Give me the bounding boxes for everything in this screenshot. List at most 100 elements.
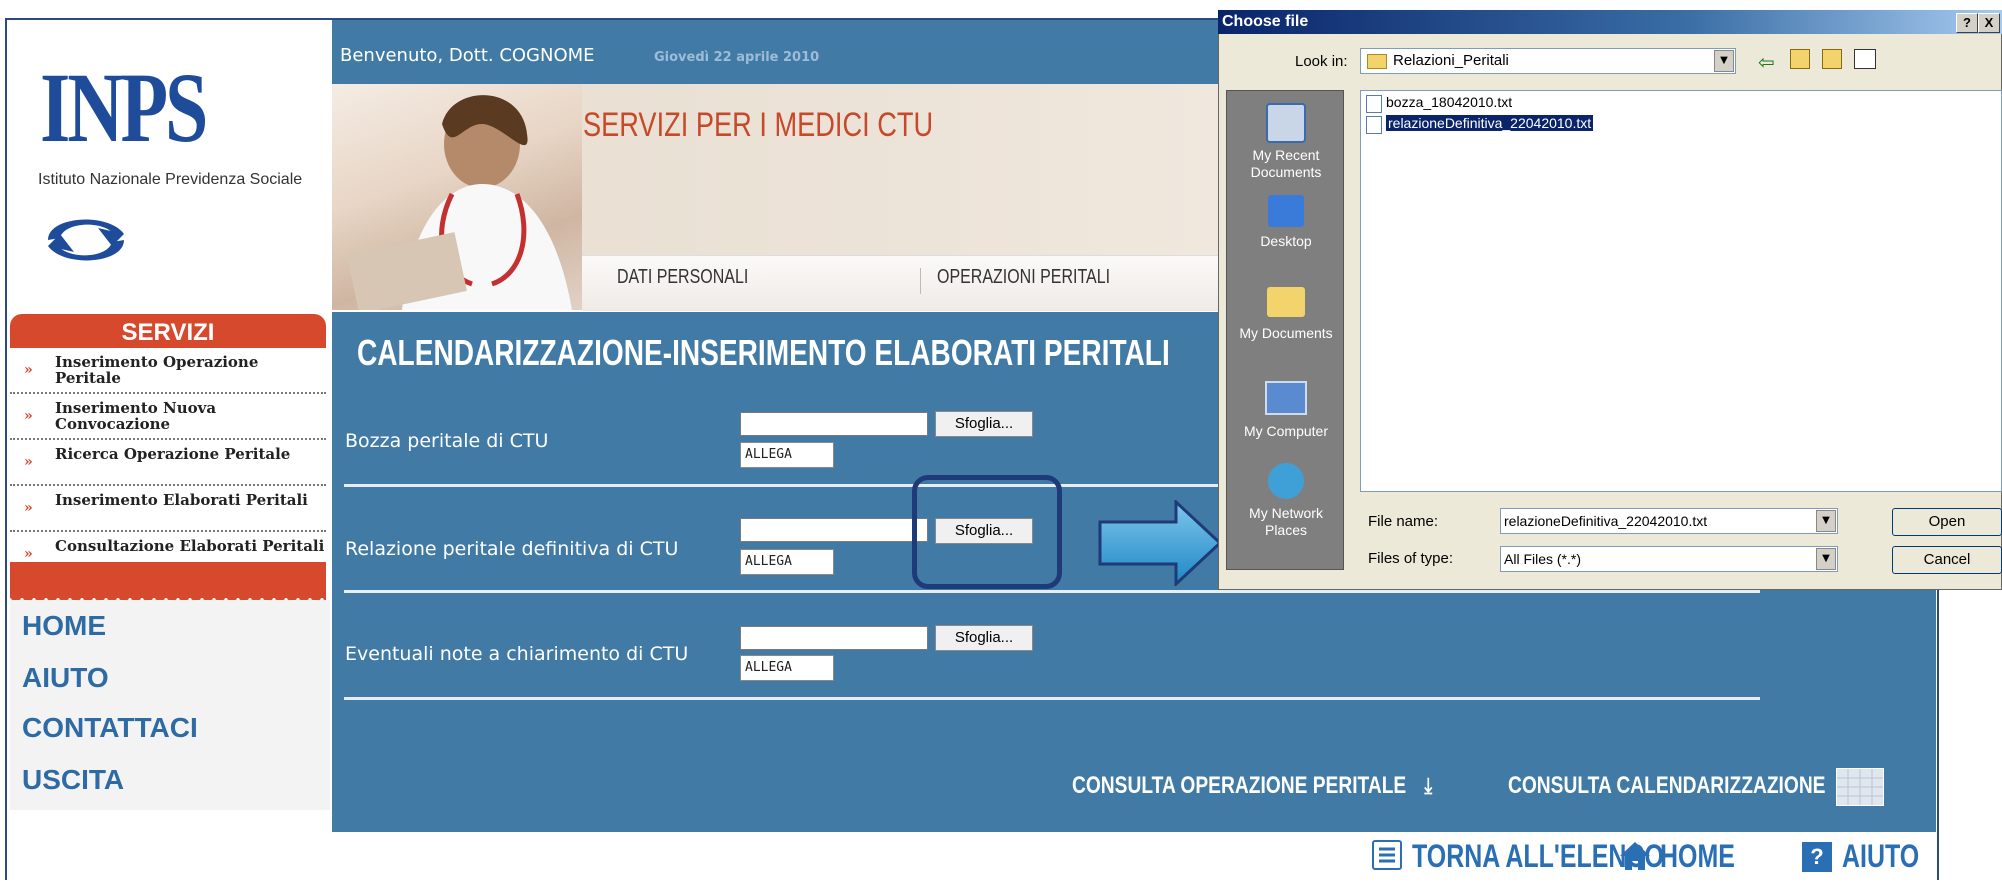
file-item-selected[interactable]: relazioneDefinitiva_22042010.txt (1364, 115, 1594, 134)
inps-logo: INPS (40, 52, 208, 163)
tab-divider (920, 268, 921, 294)
chevron-down-icon[interactable]: ▼ (1714, 50, 1734, 72)
nav-aiuto-link[interactable]: AIUTO (22, 662, 109, 694)
doctor-photo (332, 84, 582, 314)
relazione-file-input[interactable] (740, 518, 928, 542)
annotation-arrow-icon (1098, 498, 1224, 590)
bullet-icon: » (24, 500, 33, 516)
bullet-icon: » (24, 362, 33, 378)
network-places-icon (1268, 463, 1304, 499)
places-label: Desktop (1260, 233, 1312, 249)
note-attach-button[interactable]: ALLEGA (740, 655, 834, 681)
tab-dati-personali[interactable]: DATI PERSONALI (617, 266, 748, 289)
my-computer-icon (1265, 381, 1307, 415)
home-link[interactable]: HOME (1660, 838, 1735, 875)
aiuto-link[interactable]: AIUTO (1842, 838, 1919, 875)
places-bar: My Recent Documents Desktop My Documents… (1226, 90, 1344, 570)
places-my-documents[interactable]: My Documents (1227, 287, 1345, 342)
inps-emblem-icon (38, 208, 134, 276)
banner-title: SERVIZI PER I MEDICI CTU (583, 106, 934, 144)
view-menu-icon[interactable] (1854, 49, 1876, 69)
bullet-icon: » (24, 454, 33, 470)
nav-contattaci-link[interactable]: CONTATTACI (22, 712, 198, 744)
list-icon[interactable] (1372, 840, 1402, 870)
relazione-attach-button[interactable]: ALLEGA (740, 549, 834, 575)
bullet-icon: » (24, 546, 33, 562)
calendar-icon[interactable] (1836, 768, 1884, 806)
separator (344, 590, 1760, 593)
places-recent[interactable]: My Recent Documents (1227, 103, 1345, 181)
row-label-note: Eventuali note a chiarimento di CTU (345, 643, 689, 665)
bozza-attach-button[interactable]: ALLEGA (740, 442, 834, 468)
nav-home-link[interactable]: HOME (22, 610, 106, 642)
nav-uscita-link[interactable]: USCITA (22, 764, 124, 796)
sidebar-item-label: Consultazione Elaborati Peritali (55, 537, 325, 555)
places-my-computer[interactable]: My Computer (1227, 381, 1345, 440)
consulta-operazione-label: CONSULTA OPERAZIONE PERITALE (1072, 772, 1407, 799)
back-icon[interactable]: ⇦ (1758, 50, 1775, 74)
look-in-dropdown[interactable]: Relazioni_Peritali (1360, 48, 1736, 74)
file-list (1360, 90, 2002, 492)
open-button[interactable]: Open (1892, 508, 2002, 536)
file-item[interactable]: bozza_18042010.txt (1364, 94, 1512, 113)
page-title: CALENDARIZZAZIONE-INSERIMENTO ELABORATI … (357, 332, 1170, 373)
download-icon: ⤓ (1424, 773, 1433, 798)
places-label: My Network Places (1249, 505, 1323, 538)
note-browse-button[interactable]: Sfoglia... (935, 625, 1033, 651)
dialog-help-button[interactable]: ? (1956, 13, 1978, 33)
file-name-input[interactable]: relazioneDefinitiva_22042010.txt (1500, 508, 1838, 534)
date-text: Giovedì 22 aprile 2010 (654, 50, 820, 65)
chevron-down-icon[interactable]: ▼ (1816, 510, 1836, 532)
places-label: My Computer (1243, 423, 1329, 439)
look-in-label: Look in: (1295, 53, 1348, 70)
bullet-icon: » (24, 408, 33, 424)
consulta-operazione-link[interactable]: CONSULTA OPERAZIONE PERITALE ⤓ (1072, 772, 1432, 800)
places-network[interactable]: My Network Places (1227, 463, 1345, 539)
row-label-relazione: Relazione peritale definitiva di CTU (345, 538, 679, 560)
home-icon[interactable] (1618, 840, 1652, 876)
left-nav: HOME AIUTO CONTATTACI USCITA (10, 600, 330, 810)
recent-documents-icon (1266, 103, 1306, 143)
my-documents-icon (1267, 287, 1305, 317)
help-icon[interactable]: ? (1802, 842, 1832, 872)
servizi-footer (10, 562, 326, 604)
cancel-button[interactable]: Cancel (1892, 546, 2002, 574)
folder-icon (1367, 53, 1387, 69)
text-file-icon (1366, 116, 1382, 134)
row-label-bozza: Bozza peritale di CTU (345, 430, 549, 452)
dialog-close-button[interactable]: X (1978, 13, 2000, 33)
file-name-label: File name: (1368, 513, 1439, 530)
file-type-select[interactable]: All Files (*.*) (1500, 546, 1838, 572)
note-file-input[interactable] (740, 626, 928, 650)
bozza-browse-button[interactable]: Sfoglia... (935, 411, 1033, 437)
sidebar-item-label: Inserimento Nuova Convocazione (55, 399, 217, 433)
welcome-text: Benvenuto, Dott. COGNOME (340, 45, 595, 66)
sidebar-item-inserimento-elaborati[interactable]: » Inserimento Elaborati Peritali (10, 486, 326, 532)
look-in-value: Relazioni_Peritali (1393, 52, 1509, 69)
desktop-icon (1268, 195, 1304, 227)
sidebar-item-label: Inserimento Elaborati Peritali (55, 491, 308, 509)
tab-operazioni-peritali[interactable]: OPERAZIONI PERITALI (937, 266, 1110, 289)
file-type-label: Files of type: (1368, 550, 1454, 567)
up-folder-icon[interactable] (1790, 49, 1810, 69)
consulta-calendarizzazione-link[interactable]: CONSULTA CALENDARIZZAZIONE (1508, 772, 1825, 800)
text-file-icon (1366, 95, 1382, 113)
sidebar-item-label: Inserimento Operazione Peritale (55, 353, 259, 387)
separator (344, 697, 1760, 700)
sidebar-item-inserimento-convocazione[interactable]: » Inserimento Nuova Convocazione (10, 394, 326, 440)
consulta-calendarizzazione-label: CONSULTA CALENDARIZZAZIONE (1508, 772, 1826, 799)
sidebar-item-inserimento-operazione[interactable]: » Inserimento Operazione Peritale (10, 348, 326, 394)
chevron-down-icon[interactable]: ▼ (1816, 548, 1836, 570)
places-label: My Documents (1239, 325, 1333, 341)
dialog-title-bar: Choose file (1218, 10, 2002, 34)
servizi-header: SERVIZI (10, 314, 326, 348)
dialog-title: Choose file (1222, 13, 1309, 30)
new-folder-icon[interactable] (1822, 49, 1842, 69)
bozza-file-input[interactable] (740, 412, 928, 436)
servizi-menu: » Inserimento Operazione Peritale » Inse… (10, 348, 326, 578)
annotation-highlight-box (912, 475, 1062, 589)
places-desktop[interactable]: Desktop (1227, 195, 1345, 250)
sidebar-item-label: Ricerca Operazione Peritale (55, 445, 291, 463)
logo-subtitle: Istituto Nazionale Previdenza Sociale (38, 171, 303, 188)
sidebar-item-ricerca-operazione[interactable]: » Ricerca Operazione Peritale (10, 440, 326, 486)
